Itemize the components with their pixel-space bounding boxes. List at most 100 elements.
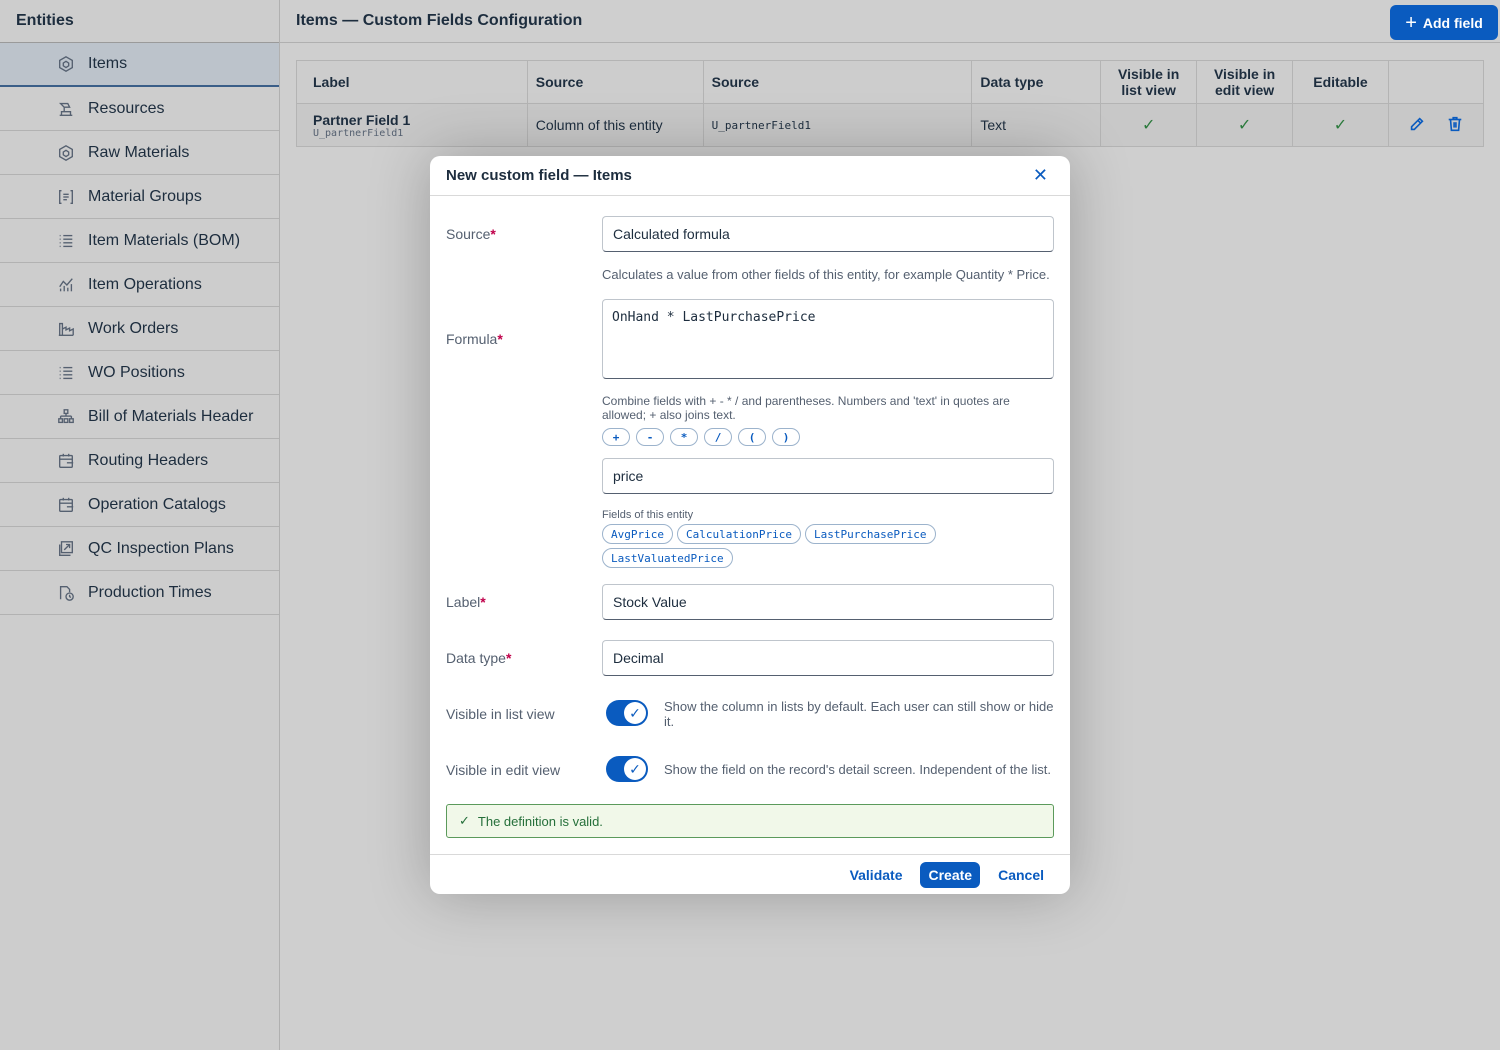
sidebar-item-routing-headers[interactable]: Routing Headers — [0, 439, 279, 483]
field-chips: AvgPrice CalculationPrice LastPurchasePr… — [602, 524, 1054, 568]
source-label: Source* — [446, 226, 496, 242]
add-field-button[interactable]: + Add field — [1390, 5, 1498, 40]
sidebar-item-item-operations[interactable]: Item Operations — [0, 263, 279, 307]
field-chip[interactable]: LastValuatedPrice — [602, 548, 733, 568]
field-chip[interactable]: AvgPrice — [602, 524, 673, 544]
column-header-visible-list[interactable]: Visible in list view — [1100, 60, 1198, 104]
sidebar-item-material-groups[interactable]: Material Groups — [0, 175, 279, 219]
label-input[interactable]: Stock Value — [602, 584, 1054, 620]
visible-edit-label: Visible in edit view — [446, 762, 561, 778]
fields-caption: Fields of this entity — [602, 509, 694, 521]
sidebar-item-label: Items — [88, 55, 128, 72]
column-header-actions — [1387, 60, 1485, 104]
check-icon: ✓ — [1333, 117, 1348, 134]
operator-divide-button[interactable]: / — [704, 428, 732, 446]
sidebar-item-label: Raw Materials — [88, 143, 190, 161]
sidebar-item-wo-positions[interactable]: WO Positions — [0, 351, 279, 395]
column-header-source-field[interactable]: Source — [702, 60, 973, 104]
source-label-text: Source — [446, 226, 491, 242]
cell-source-field: U_partnerField1 — [702, 103, 973, 147]
group-icon — [56, 187, 76, 207]
field-search-input[interactable]: price — [602, 458, 1054, 494]
dialog-footer: Validate Create Cancel — [430, 854, 1070, 894]
delete-icon[interactable] — [1446, 115, 1464, 136]
required-mark: * — [480, 594, 486, 610]
sidebar-item-label: QC Inspection Plans — [88, 539, 234, 557]
add-field-label: Add field — [1422, 14, 1483, 31]
operator-minus-button[interactable]: - — [636, 428, 664, 446]
field-label: Partner Field 1 — [313, 111, 411, 128]
chart-icon — [56, 275, 76, 295]
check-icon: ✓ — [459, 813, 470, 828]
sidebar-item-resources[interactable]: Resources — [0, 87, 279, 131]
sidebar-item-work-orders[interactable]: Work Orders — [0, 307, 279, 351]
cell-editable: ✓ — [1292, 103, 1389, 147]
column-header-label[interactable]: Label — [296, 60, 528, 104]
source-help: Calculates a value from other fields of … — [602, 267, 1050, 282]
column-header-visible-edit[interactable]: Visible in edit view — [1196, 60, 1294, 104]
sidebar-item-production-times[interactable]: Production Times — [0, 571, 279, 615]
inspection-icon — [56, 539, 76, 559]
dialog-header: New custom field — Items ✕ — [430, 156, 1070, 196]
plus-icon: + — [1405, 11, 1417, 34]
validation-message: The definition is valid. — [477, 813, 603, 829]
cancel-button[interactable]: Cancel — [996, 863, 1046, 887]
sidebar-item-item-materials[interactable]: Item Materials (BOM) — [0, 219, 279, 263]
operator-open-paren-button[interactable]: ( — [738, 428, 766, 446]
cell-visible-edit: ✓ — [1196, 103, 1294, 147]
create-button[interactable]: Create — [920, 861, 981, 888]
field-chip[interactable]: LastPurchasePrice — [804, 524, 936, 544]
sidebar-item-qc-inspection-plans[interactable]: QC Inspection Plans — [0, 527, 279, 571]
source-select[interactable]: Calculated formula — [602, 216, 1054, 252]
sidebar-title: Entities — [0, 0, 279, 43]
operator-close-paren-button[interactable]: ) — [772, 428, 800, 446]
sidebar-item-label: Material Groups — [88, 187, 202, 205]
page-title: Items — Custom Fields Configuration — [296, 12, 583, 29]
operator-plus-button[interactable]: + — [602, 428, 630, 446]
machine-icon — [56, 99, 76, 119]
visible-list-description: Show the column in lists by default. Eac… — [664, 699, 1054, 729]
required-mark: * — [505, 650, 512, 666]
sidebar-item-raw-materials[interactable]: Raw Materials — [0, 131, 279, 175]
operator-multiply-button[interactable]: * — [670, 428, 698, 446]
column-header-source[interactable]: Source — [526, 60, 704, 104]
main-header: Items — Custom Fields Configuration + Ad… — [280, 0, 1500, 43]
check-icon: ✓ — [624, 758, 646, 780]
sidebar-item-label: WO Positions — [88, 363, 185, 381]
close-icon[interactable]: ✕ — [1033, 165, 1048, 186]
sidebar-item-label: Work Orders — [88, 319, 179, 337]
datatype-select[interactable]: Decimal — [602, 640, 1054, 676]
formula-textarea[interactable]: OnHand * LastPurchasePrice — [602, 299, 1054, 379]
formula-label-text: Formula — [446, 331, 498, 347]
table-row[interactable]: Partner Field 1 U_partnerField1 Column o… — [296, 103, 1485, 147]
list-icon — [56, 231, 76, 251]
operator-buttons: + - * / ( ) — [602, 428, 800, 446]
datatype-label: Data type* — [446, 650, 511, 666]
visible-list-toggle[interactable]: ✓ — [606, 700, 648, 726]
datatype-label-text: Data type — [446, 650, 506, 666]
visible-edit-description: Show the field on the record's detail sc… — [664, 762, 1051, 777]
hierarchy-icon — [56, 407, 76, 427]
validate-button[interactable]: Validate — [848, 863, 905, 887]
calendar-icon — [56, 451, 76, 471]
custom-fields-table: Label Source Source Data type Visible in… — [296, 60, 1485, 147]
cell-source: Column of this entity — [526, 103, 704, 147]
cube-icon — [56, 54, 76, 74]
sidebar-item-label: Operation Catalogs — [88, 495, 226, 513]
list-icon — [56, 363, 76, 383]
sidebar-item-bom-header[interactable]: Bill of Materials Header — [0, 395, 279, 439]
visible-edit-toggle[interactable]: ✓ — [606, 756, 648, 782]
sidebar-item-label: Item Materials (BOM) — [88, 231, 241, 249]
column-header-data-type[interactable]: Data type — [971, 60, 1102, 104]
sidebar-item-label: Routing Headers — [88, 451, 209, 469]
field-chip[interactable]: CalculationPrice — [676, 524, 801, 544]
sidebar-item-items[interactable]: Items — [0, 43, 279, 87]
check-icon: ✓ — [1141, 117, 1156, 134]
sidebar-item-label: Item Operations — [88, 275, 202, 293]
dialog-title: New custom field — Items — [446, 167, 632, 184]
new-custom-field-dialog: New custom field — Items ✕ Source* Calcu… — [430, 156, 1070, 894]
edit-icon[interactable] — [1408, 115, 1426, 136]
table-header-row: Label Source Source Data type Visible in… — [296, 60, 1485, 104]
sidebar-item-operation-catalogs[interactable]: Operation Catalogs — [0, 483, 279, 527]
column-header-editable[interactable]: Editable — [1292, 60, 1389, 104]
